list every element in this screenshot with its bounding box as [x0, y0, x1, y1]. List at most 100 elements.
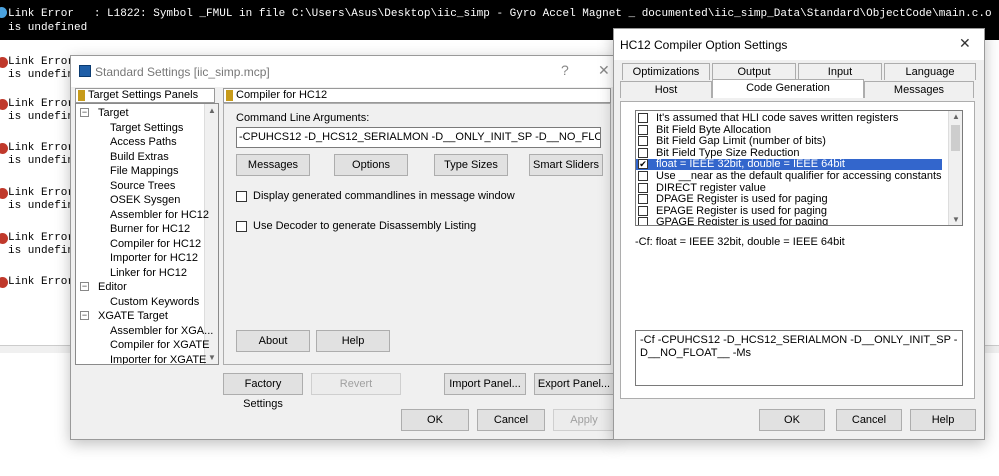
cmdline-label: Command Line Arguments: — [236, 112, 370, 124]
option-item[interactable]: Bit Field Type Size Reduction — [636, 147, 942, 159]
console-line: Link Error : L1822: Symbol _FMUL in file… — [8, 8, 992, 20]
checkbox[interactable] — [638, 136, 648, 147]
checkbox[interactable]: ✔ — [638, 159, 648, 170]
cmdline-input[interactable]: -CPUHCS12 -D_HCS12_SERIALMON -D__ONLY_IN… — [236, 127, 601, 148]
option-label: GPAGE Register is used for paging — [656, 216, 829, 226]
option-item[interactable]: DPAGE Register is used for paging — [636, 194, 942, 205]
tree-item-label: Build Extras — [110, 150, 169, 163]
tree-item[interactable]: Custom Keywords — [110, 295, 199, 309]
tab-code-generation[interactable]: Code Generation — [712, 79, 864, 98]
scroll-up-icon[interactable]: ▲ — [208, 106, 216, 115]
error-text: Link Error — [8, 56, 75, 68]
checkbox[interactable] — [236, 190, 247, 202]
tree-item[interactable]: Compiler for XGATE — [110, 338, 209, 352]
tree-item[interactable]: XGATE Target — [98, 309, 168, 323]
standard-settings-window: Standard Settings [iic_simp.mcp] ? ✕ Tar… — [70, 55, 615, 440]
error-text: Link Error — [8, 142, 75, 154]
option-item[interactable]: It's assumed that HLI code saves written… — [636, 113, 942, 124]
tree-item[interactable]: Assembler for XGA... — [110, 324, 213, 338]
tree-item[interactable]: Target Settings — [110, 121, 183, 135]
tree-item[interactable]: Burner for HC12 — [110, 222, 190, 236]
tab-optimizations[interactable]: Optimizations — [622, 63, 710, 80]
about-button[interactable]: About — [236, 330, 310, 352]
ok-button[interactable]: OK — [759, 409, 825, 431]
tree-item[interactable]: Editor — [98, 280, 127, 294]
error-text: is undefin — [8, 111, 75, 123]
tree-item[interactable]: Compiler for HC12 — [110, 237, 201, 251]
options-scrollbar[interactable]: ▲ ▼ — [948, 111, 962, 225]
collapse-icon[interactable]: − — [80, 311, 89, 320]
close-icon[interactable]: ✕ — [959, 35, 971, 52]
option-item[interactable]: DIRECT register value — [636, 182, 942, 194]
collapse-icon[interactable]: − — [80, 108, 89, 117]
checkbox[interactable] — [638, 124, 648, 135]
tab-messages[interactable]: Messages — [864, 81, 974, 98]
scroll-up-icon[interactable]: ▲ — [952, 112, 960, 121]
apply-button[interactable]: Apply — [553, 409, 615, 431]
ok-button[interactable]: OK — [401, 409, 469, 431]
app-icon — [79, 65, 91, 77]
checkbox[interactable] — [638, 217, 648, 225]
tab-input[interactable]: Input — [798, 63, 882, 80]
tree-item-label: Linker for HC12 — [110, 266, 188, 279]
error-text: is undefin — [8, 155, 75, 167]
display-commandlines-checkbox[interactable]: Display generated commandlines in messag… — [236, 190, 515, 202]
checkbox[interactable] — [638, 205, 648, 216]
error-text: is undefin — [8, 69, 75, 81]
tab-output[interactable]: Output — [712, 63, 796, 80]
tree-item-label: Importer for HC12 — [110, 252, 199, 264]
checkbox[interactable] — [638, 113, 648, 123]
option-label: DPAGE Register is used for paging — [656, 193, 828, 206]
option-item[interactable]: Bit Field Byte Allocation — [636, 123, 942, 136]
options-list[interactable]: GPAGE Register is used for paging EPAGE R… — [635, 110, 963, 226]
checkbox[interactable] — [638, 182, 648, 193]
scroll-down-icon[interactable]: ▼ — [952, 215, 960, 224]
tree-item[interactable]: Target — [98, 106, 129, 120]
options-button[interactable]: Options — [334, 154, 408, 176]
smart-sliders-button[interactable]: Smart Sliders — [529, 154, 603, 176]
tree-item[interactable]: Access Paths — [110, 135, 177, 149]
type-sizes-button[interactable]: Type Sizes — [434, 154, 508, 176]
tab-language[interactable]: Language — [884, 63, 976, 80]
resulting-cmdline[interactable]: -Cf -CPUHCS12 -D_HCS12_SERIALMON -D__ONL… — [635, 330, 963, 386]
cancel-button[interactable]: Cancel — [477, 409, 545, 431]
target-settings-tree[interactable]: ▲ ▼ Target − Target Settings Access Paths Bu… — [75, 103, 219, 365]
tree-item[interactable]: Assembler for HC12 — [110, 208, 209, 222]
tree-item[interactable]: File Mappings — [110, 164, 178, 178]
collapse-icon[interactable]: − — [80, 282, 89, 291]
scroll-thumb[interactable] — [951, 125, 960, 151]
option-item[interactable]: ✔ float = IEEE 32bit, double = IEEE 64bit — [636, 159, 942, 171]
option-label: Bit Field Byte Allocation — [656, 123, 771, 136]
import-panel-button[interactable]: Import Panel... — [444, 373, 526, 395]
help-button[interactable]: Help — [910, 409, 976, 431]
tree-item[interactable]: Linker for HC12 — [110, 266, 187, 280]
tree-item[interactable]: Importer for XGATE — [110, 353, 206, 365]
help-icon[interactable]: ? — [561, 62, 569, 78]
factory-settings-button[interactable]: Factory Settings — [223, 373, 303, 410]
tree-item[interactable]: OSEK Sysgen — [110, 193, 180, 207]
close-icon[interactable]: ✕ — [598, 62, 610, 79]
tree-item-label: XGATE Target — [98, 310, 168, 322]
use-decoder-checkbox[interactable]: Use Decoder to generate Disassembly List… — [236, 220, 476, 232]
checkbox[interactable] — [638, 147, 648, 158]
option-item[interactable]: GPAGE Register is used for paging — [636, 216, 942, 226]
cancel-button[interactable]: Cancel — [836, 409, 902, 431]
checkbox[interactable] — [638, 194, 648, 205]
option-label: Bit Field Gap Limit (number of bits) — [656, 135, 826, 148]
checkbox[interactable] — [638, 171, 648, 181]
export-panel-button[interactable]: Export Panel... — [534, 373, 614, 395]
scroll-down-icon[interactable]: ▼ — [208, 353, 216, 362]
messages-button[interactable]: Messages — [236, 154, 310, 176]
tab-host[interactable]: Host — [620, 81, 712, 98]
option-item[interactable]: Use __near as the default qualifier for … — [636, 171, 942, 182]
checkbox[interactable] — [236, 220, 247, 232]
tree-item[interactable]: Build Extras — [110, 150, 169, 164]
tree-item[interactable]: Source Trees — [110, 179, 175, 193]
compiler-panel-header: Compiler for HC12 — [223, 88, 611, 103]
tree-item[interactable]: Importer for HC12 — [110, 251, 198, 265]
revert-button[interactable]: Revert — [311, 373, 401, 395]
option-item[interactable]: EPAGE Register is used for paging — [636, 205, 942, 217]
option-item[interactable]: Bit Field Gap Limit (number of bits) — [636, 136, 942, 147]
help-button[interactable]: Help — [316, 330, 390, 352]
info-icon — [0, 7, 7, 18]
